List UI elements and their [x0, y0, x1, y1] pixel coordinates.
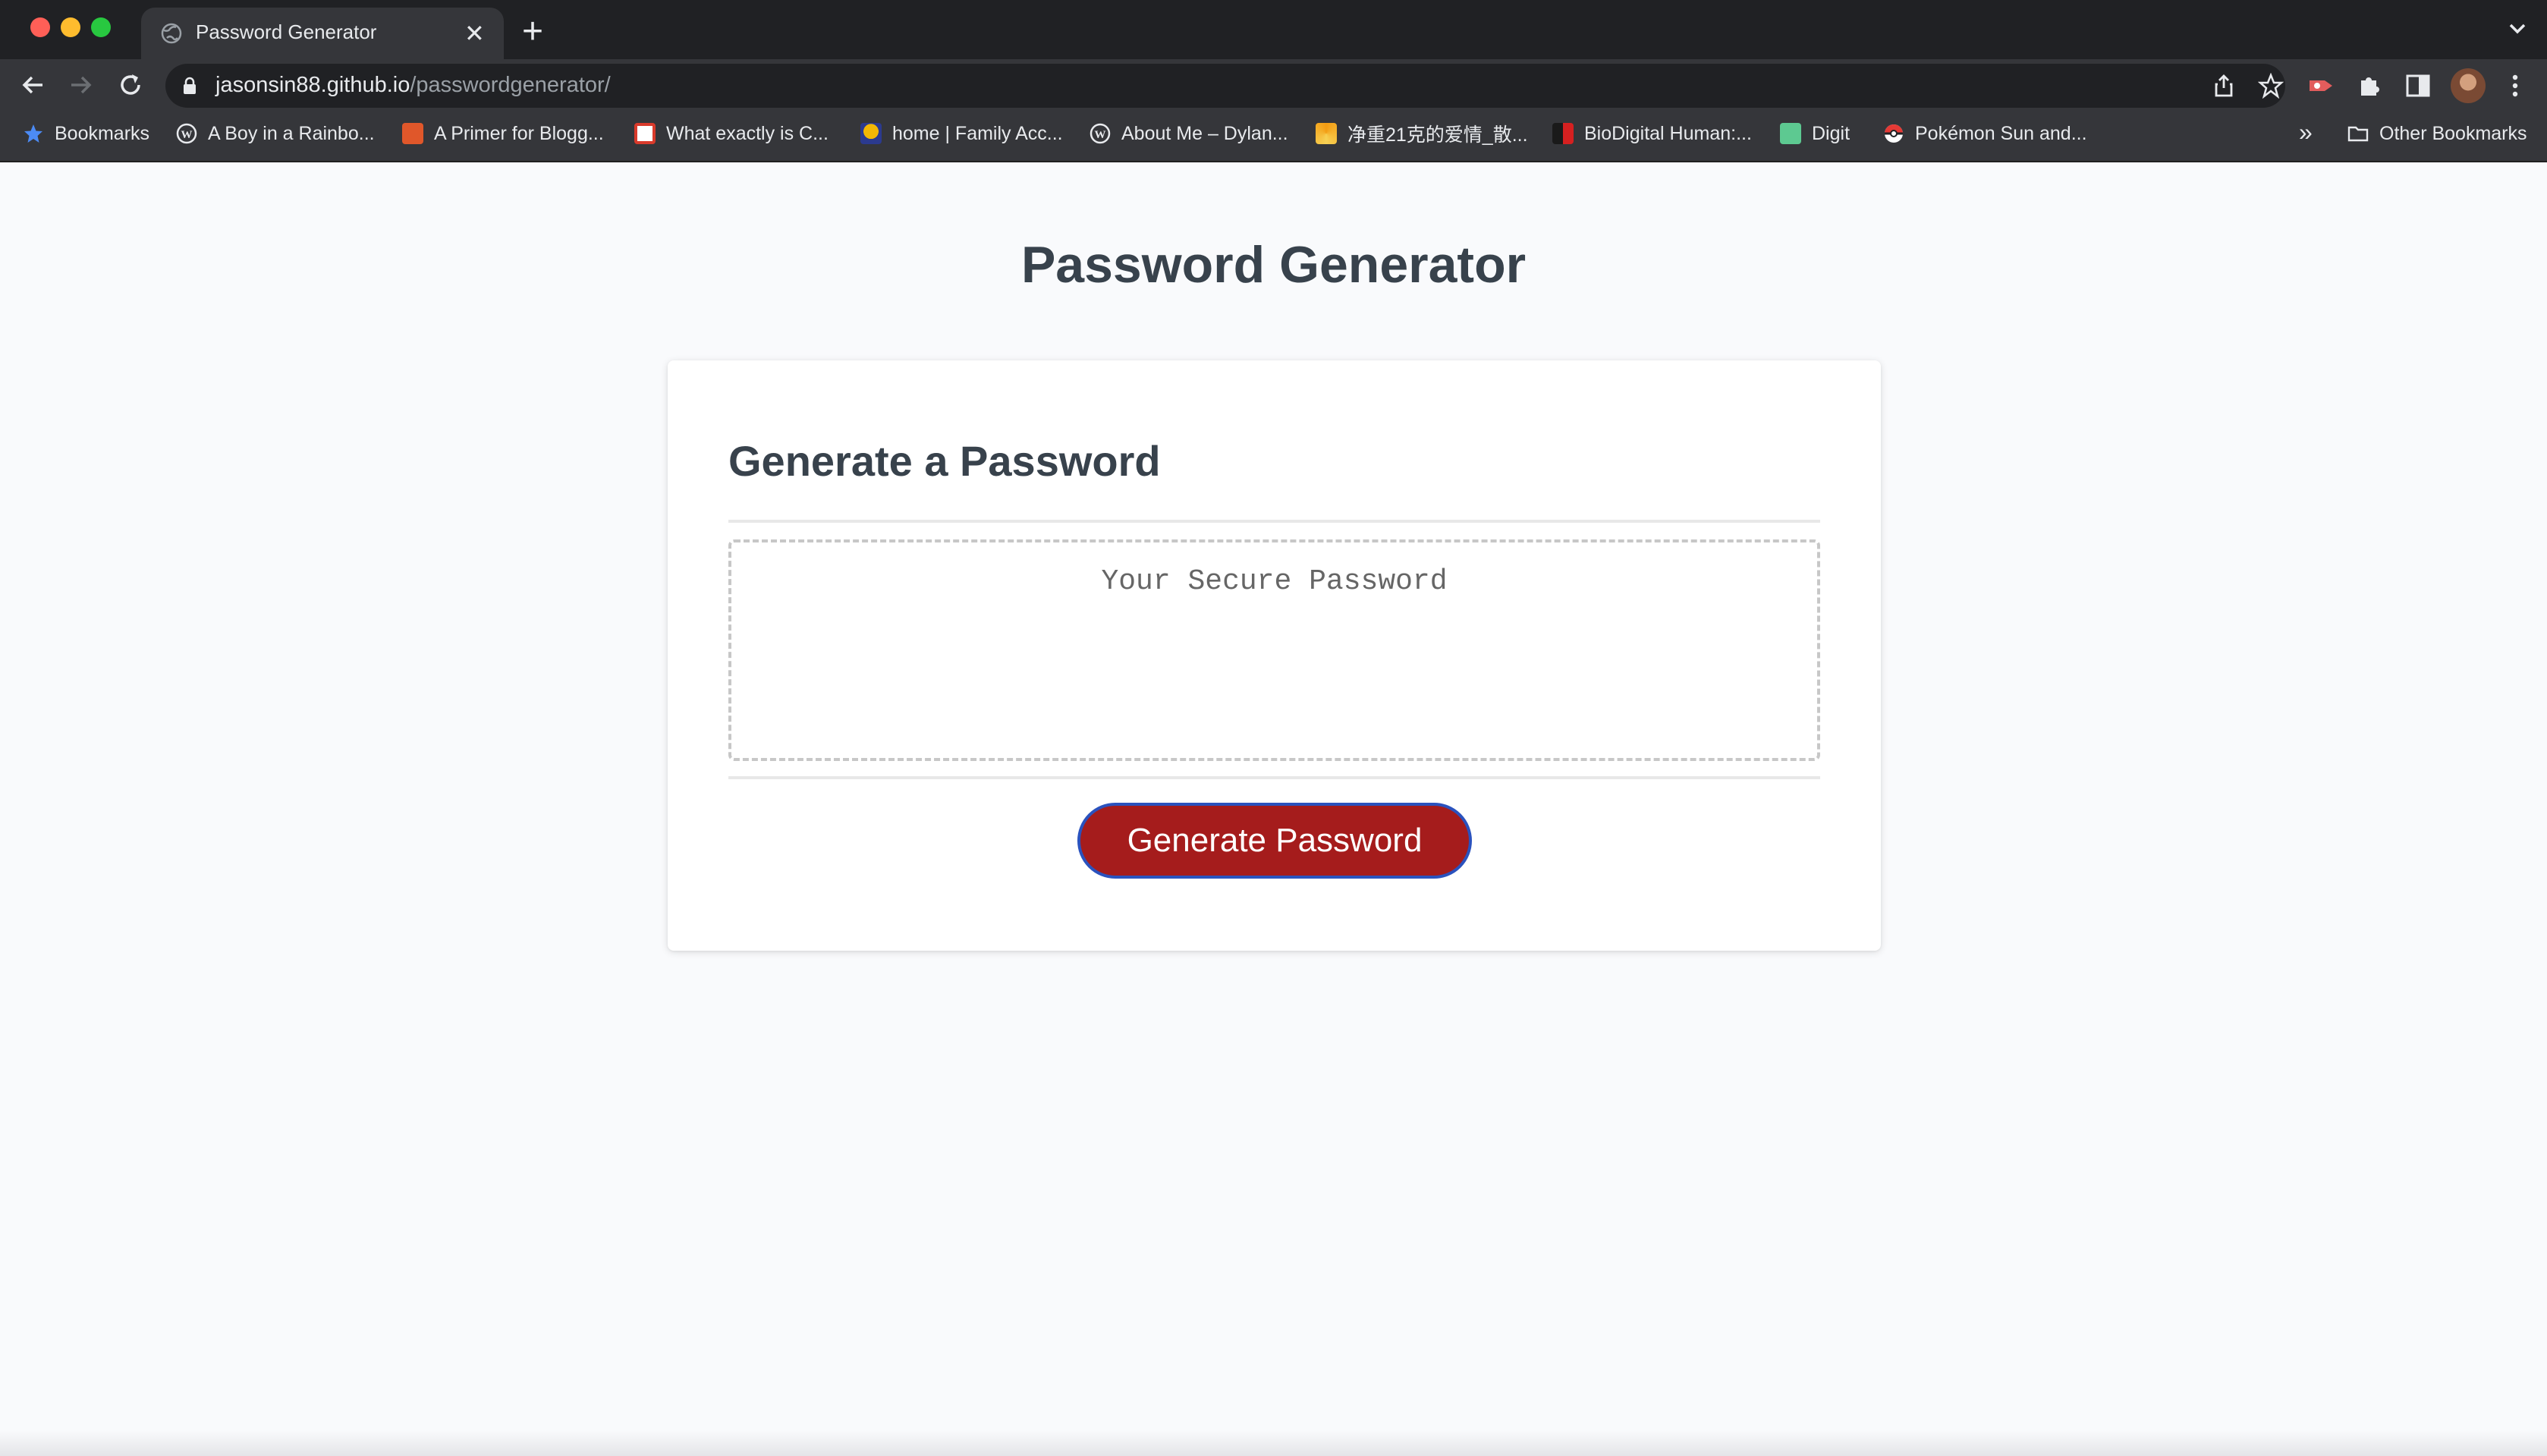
- bookmark-label: What exactly is C...: [666, 122, 829, 144]
- digit-icon: [1780, 123, 1801, 144]
- other-bookmarks-label: Other Bookmarks: [2379, 122, 2527, 144]
- password-textarea[interactable]: Your Secure Password: [728, 539, 1820, 761]
- reload-icon[interactable]: [114, 68, 147, 102]
- page-title: Password Generator: [1020, 236, 1527, 294]
- window-bottom-edge: [0, 1430, 2547, 1456]
- card-divider-top: [728, 520, 1820, 523]
- bookmark-item[interactable]: home | Family Acc...: [860, 115, 1063, 152]
- password-placeholder: Your Secure Password: [1101, 565, 1448, 598]
- bookmarks-overflow-button[interactable]: »: [2299, 118, 2313, 146]
- bookmark-item[interactable]: BioDigital Human:...: [1552, 115, 1752, 152]
- back-icon[interactable]: [17, 68, 50, 102]
- folder-icon: [2347, 126, 2369, 142]
- share-icon[interactable]: [2211, 73, 2237, 99]
- bookmark-item[interactable]: A Primer for Blogg...: [402, 115, 604, 152]
- browser-chrome: Password Generator ✕ + jasonsin88.github…: [0, 0, 2547, 162]
- other-bookmarks[interactable]: Other Bookmarks: [2347, 115, 2527, 152]
- url-host: jasonsin88.github.io: [215, 73, 410, 97]
- url-path: /passwordgenerator/: [410, 73, 611, 97]
- bookmark-label: A Boy in a Rainbo...: [208, 122, 375, 144]
- cb-icon: [402, 123, 423, 144]
- bookmark-label: home | Family Acc...: [892, 122, 1063, 144]
- maximize-window-button[interactable]: [91, 17, 111, 37]
- generate-password-button[interactable]: Generate Password: [1077, 803, 1472, 879]
- swirl-icon: [1316, 123, 1337, 144]
- forward-icon[interactable]: [64, 68, 97, 102]
- close-window-button[interactable]: [30, 17, 50, 37]
- minimize-window-button[interactable]: [61, 17, 80, 37]
- bookmark-label: About Me – Dylan...: [1121, 122, 1288, 144]
- biodigital-icon: [1552, 123, 1574, 144]
- lock-icon[interactable]: [182, 77, 197, 95]
- wordpress-icon: W: [176, 123, 197, 144]
- book-icon: [634, 123, 656, 144]
- side-panel-icon[interactable]: [2404, 71, 2432, 100]
- profile-avatar[interactable]: [2451, 68, 2486, 103]
- globe-icon: [161, 23, 182, 44]
- bookmark-item-bookmarks[interactable]: Bookmarks: [23, 115, 149, 152]
- close-tab-icon[interactable]: ✕: [464, 18, 485, 49]
- more-menu-icon[interactable]: [2501, 71, 2530, 100]
- extensions-puzzle-icon[interactable]: [2355, 71, 2384, 100]
- bookmark-item[interactable]: Pokémon Sun and...: [1883, 115, 2087, 152]
- tab-strip: Password Generator ✕ +: [0, 0, 2547, 59]
- bookmark-item[interactable]: W A Boy in a Rainbo...: [176, 115, 375, 152]
- family-icon: [860, 123, 882, 144]
- bookmark-label: A Primer for Blogg...: [434, 122, 604, 144]
- new-tab-button[interactable]: +: [522, 9, 543, 55]
- svg-text:W: W: [181, 129, 193, 141]
- bookmark-item[interactable]: What exactly is C...: [634, 115, 829, 152]
- bookmark-item[interactable]: Digit: [1780, 115, 1850, 152]
- extension-record-icon[interactable]: [2306, 71, 2335, 100]
- bookmark-item[interactable]: 净重21克的爱情_散...: [1316, 115, 1528, 152]
- card-header: Generate a Password: [728, 437, 1161, 485]
- bookmark-label: Pokémon Sun and...: [1915, 122, 2087, 144]
- tab-title: Password Generator: [196, 20, 377, 43]
- bookmark-label: 净重21克的爱情_散...: [1347, 124, 1528, 146]
- bookmark-label: BioDigital Human:...: [1584, 122, 1752, 144]
- chevron-down-icon[interactable]: [2504, 15, 2531, 42]
- wordpress-icon: W: [1090, 123, 1111, 144]
- card-divider-bottom: [728, 776, 1820, 779]
- chrome-divider: [0, 161, 2547, 162]
- address-bar[interactable]: jasonsin88.github.io/passwordgenerator/: [165, 64, 2285, 108]
- tab-password-generator[interactable]: Password Generator ✕: [141, 8, 504, 59]
- star-icon: [24, 124, 42, 143]
- bookmark-label: Digit: [1812, 122, 1851, 144]
- bookmark-item[interactable]: W About Me – Dylan...: [1090, 115, 1288, 152]
- pokeball-icon: [1885, 124, 1903, 143]
- bookmarks-bar: Bookmarks W A Boy in a Rainbo... A Prime…: [0, 115, 2547, 152]
- password-card: Generate a Password Your Secure Password…: [668, 360, 1881, 951]
- url-text: jasonsin88.github.io/passwordgenerator/: [215, 73, 611, 98]
- svg-text:W: W: [1095, 129, 1106, 141]
- bookmark-star-icon[interactable]: [2258, 73, 2284, 99]
- bookmark-label: Bookmarks: [55, 122, 150, 144]
